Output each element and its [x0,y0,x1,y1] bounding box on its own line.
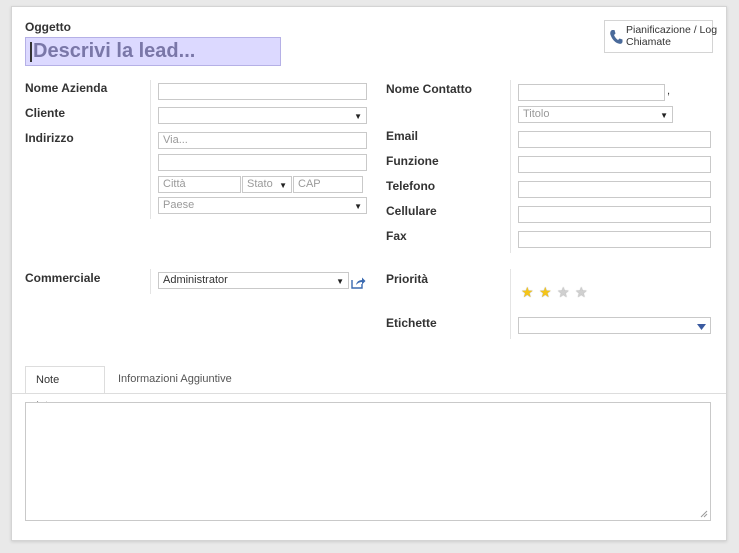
state-select[interactable]: Stato ▼ [242,176,292,193]
chevron-down-icon: ▼ [336,277,344,286]
tab-informazioni-aggiuntive[interactable]: Informazioni Aggiuntive [108,366,242,393]
priority-star-icon[interactable]: ★ [521,285,534,299]
salesperson-value: Administrator [163,274,228,286]
tab-label: Informazioni Aggiuntive [118,373,232,385]
phone-icon [610,30,623,44]
phone-input[interactable] [518,181,711,198]
chevron-down-icon: ▼ [354,112,362,121]
zip-placeholder: CAP [298,178,321,190]
right-separator-2 [510,269,511,339]
customer-label: Cliente [25,106,66,120]
subject-label: Oggetto [25,20,71,34]
phone-label: Telefono [386,179,436,193]
external-link-icon[interactable] [351,276,366,289]
email-input[interactable] [518,131,711,148]
contact-input[interactable] [518,84,665,101]
smart-button-label-line2: Chiamate [626,36,671,48]
contact-label: Nome Contatto [386,82,472,96]
tab-note-interne[interactable]: Note Interne [25,366,105,412]
right-separator [510,80,511,253]
calls-smart-button[interactable]: Pianificazione / Log Chiamate [604,20,717,53]
left-separator-2 [150,269,151,294]
priority-star-icon[interactable]: ★ [575,285,588,299]
text-caret [30,41,32,62]
salesperson-select[interactable]: Administrator ▼ [158,272,349,289]
chevron-down-icon [697,324,706,330]
function-input[interactable] [518,156,711,173]
function-label: Funzione [386,154,439,168]
tabs-divider [12,393,726,394]
form-upper: Oggetto Descrivi la lead... Pianificazio… [12,7,726,361]
tags-input[interactable] [518,317,711,334]
company-input[interactable] [158,83,367,100]
title-placeholder: Titolo [523,108,550,120]
country-select[interactable]: Paese ▼ [158,197,367,214]
chevron-down-icon: ▼ [354,202,362,211]
address-label: Indirizzo [25,131,74,145]
customer-select[interactable]: ▼ [158,107,367,124]
subject-input[interactable]: Descrivi la lead... [25,37,281,66]
country-placeholder: Paese [163,199,195,211]
contact-separator: , [667,85,671,97]
mobile-input[interactable] [518,206,711,223]
subject-placeholder: Descrivi la lead... [33,40,196,62]
city-input[interactable]: Città [158,176,241,193]
priority-star-icon[interactable]: ★ [557,285,570,299]
zip-input[interactable]: CAP [293,176,363,193]
street-placeholder: Via... [163,134,188,146]
email-label: Email [386,129,419,143]
chevron-down-icon: ▼ [660,111,668,120]
company-label: Nome Azienda [25,81,108,95]
form-sheet: Oggetto Descrivi la lead... Pianificazio… [11,6,727,541]
resize-grip-icon[interactable] [700,510,708,518]
street2-input[interactable] [158,154,367,171]
priority-star-icon[interactable]: ★ [539,285,552,299]
internal-notes-textarea[interactable] [25,402,711,521]
title-select[interactable]: Titolo ▼ [518,106,673,123]
tags-label: Etichette [386,316,437,330]
chevron-down-icon: ▼ [279,181,287,190]
fax-input[interactable] [518,231,711,248]
smart-button-label-line1: Pianificazione / Log [626,24,718,36]
priority-label: Priorità [386,272,429,286]
salesperson-label: Commerciale [25,271,101,285]
street-input[interactable]: Via... [158,132,367,149]
left-separator [150,80,151,219]
state-placeholder: Stato [247,178,273,190]
city-placeholder: Città [163,178,186,190]
fax-label: Fax [386,229,407,243]
mobile-label: Cellulare [386,204,437,218]
